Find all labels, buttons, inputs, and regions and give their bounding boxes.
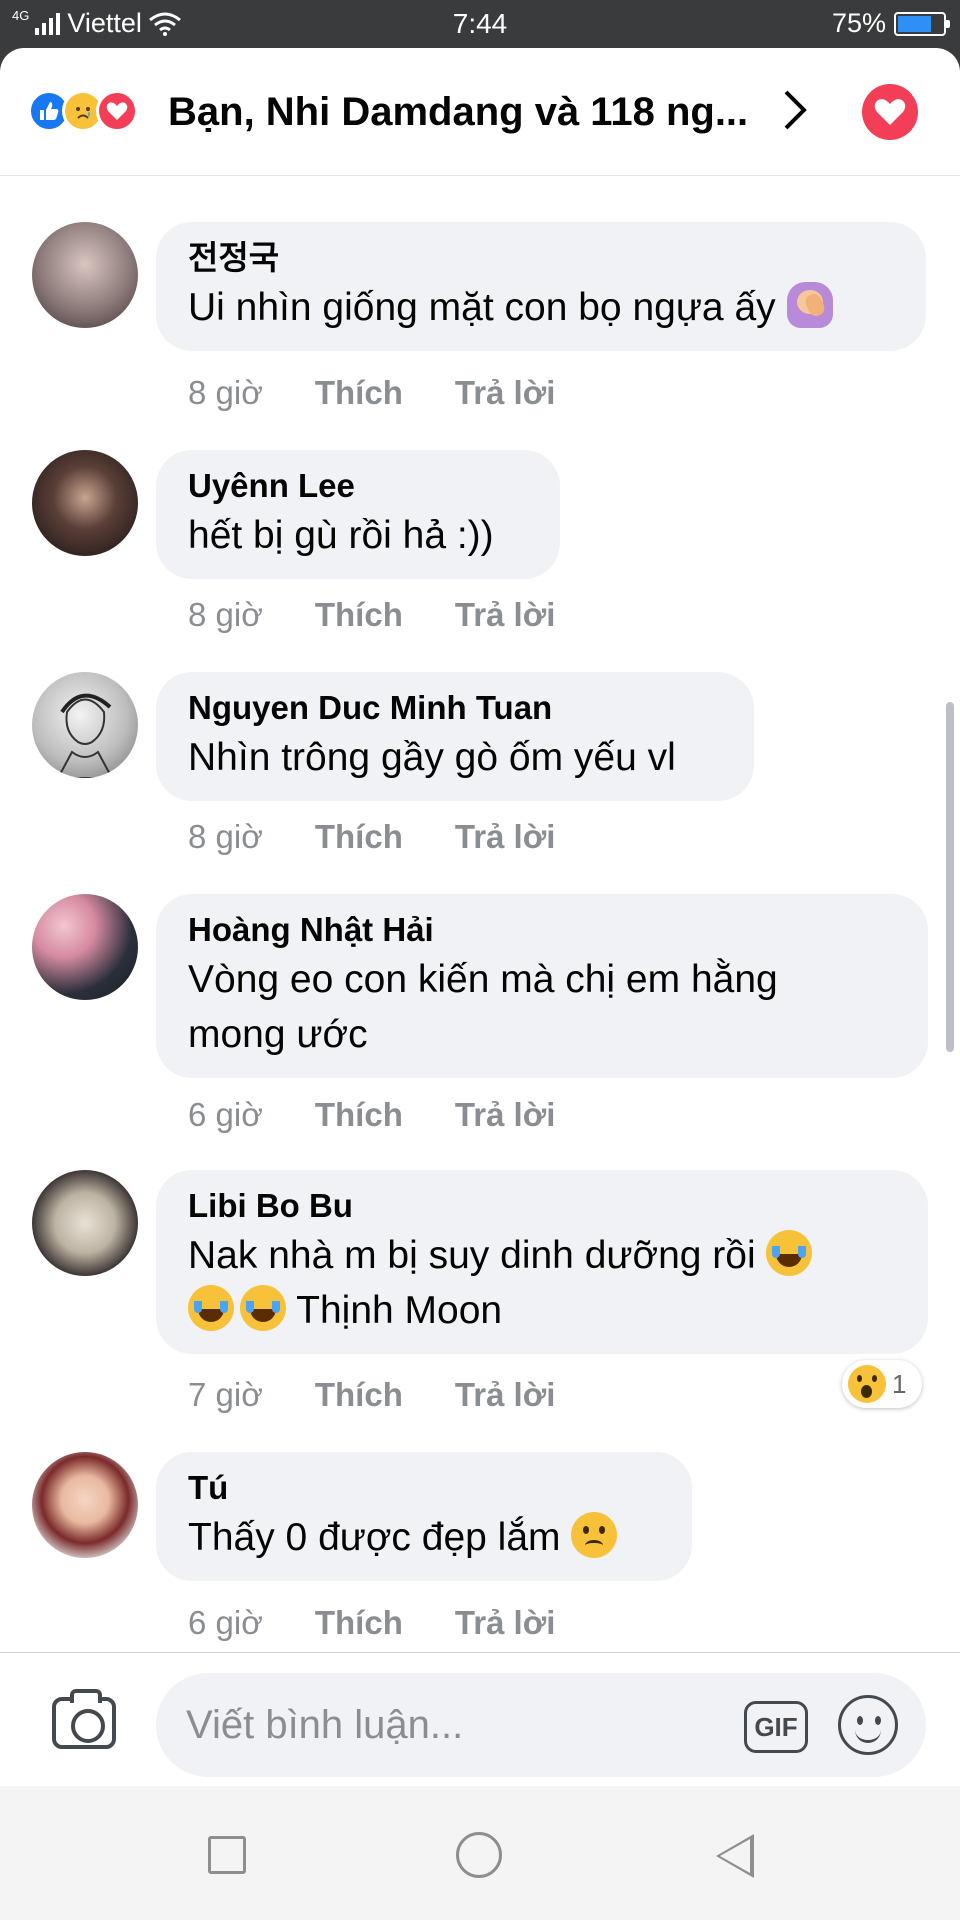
battery-icon (894, 11, 950, 36)
comment-text-body: Thấy 0 được đẹp lắm (188, 1516, 561, 1559)
comment-bubble[interactable]: Tú Thấy 0 được đẹp lắm (156, 1452, 692, 1581)
reply-button[interactable]: Trả lời (455, 596, 556, 634)
comment-time[interactable]: 8 giờ (188, 374, 263, 412)
comment-actions: 8 giờ Thích Trả lời (188, 596, 555, 634)
comment-bubble[interactable]: Hoàng Nhật Hải Vòng eo con kiến mà chị e… (156, 894, 928, 1078)
comment-text: hết bị gù rồi hả :)) (188, 514, 494, 557)
reply-button[interactable]: Trả lời (455, 374, 556, 412)
reply-button[interactable]: Trả lời (455, 1376, 556, 1414)
comment-text-line-1: Vòng eo con kiến mà chị em hằng (188, 958, 778, 1001)
battery-percent: 75% (831, 8, 886, 38)
avatar[interactable] (32, 450, 138, 556)
comment-text-line-2: mong ước (188, 1013, 368, 1056)
reply-button[interactable]: Trả lời (455, 1096, 556, 1134)
laughing-emoji-icon (188, 1285, 234, 1331)
comment-text: Ui nhìn giống mặt con bọ ngựa ấy (188, 280, 894, 335)
facepalm-emoji-icon (786, 282, 833, 328)
comment-text-body: Nak nhà m bị suy dinh dưỡng rồi (188, 1234, 756, 1277)
like-button[interactable]: Thích (315, 818, 403, 856)
laughing-emoji-icon (240, 1285, 286, 1331)
like-button[interactable]: Thích (315, 1096, 403, 1134)
sketch-portrait-icon (56, 693, 114, 778)
comment-author[interactable]: Uyênn Lee (188, 464, 528, 508)
camera-icon[interactable] (52, 1689, 116, 1749)
comment-input[interactable] (186, 1701, 706, 1749)
like-button[interactable]: Thích (315, 596, 403, 634)
comment-text: Nhìn trông gầy gò ốm yếu vl (188, 736, 676, 779)
back-triangle-icon[interactable] (716, 1834, 754, 1878)
reactions-header[interactable]: Bạn, Nhi Damdang và 118 ng... (0, 48, 960, 176)
comment-actions: 7 giờ Thích Trả lời (188, 1376, 555, 1414)
avatar[interactable] (32, 222, 138, 328)
chevron-right-icon[interactable] (780, 88, 810, 141)
reply-button[interactable]: Trả lời (455, 1604, 556, 1642)
comment-composer: GIF (0, 1652, 960, 1786)
comment-time[interactable]: 8 giờ (188, 596, 263, 634)
comment-author[interactable]: Libi Bo Bu (188, 1184, 896, 1228)
reactors-title[interactable]: Bạn, Nhi Damdang và 118 ng... (168, 90, 748, 135)
reply-button[interactable]: Trả lời (455, 818, 556, 856)
clock: 7:44 (452, 8, 508, 39)
like-button[interactable]: Thích (315, 374, 403, 412)
comment-time[interactable]: 6 giờ (188, 1096, 263, 1134)
circle-icon[interactable] (456, 1832, 502, 1878)
comment-actions: 6 giờ Thích Trả lời (188, 1096, 555, 1134)
comment-author[interactable]: 전정국 (188, 236, 894, 280)
gif-button[interactable]: GIF (744, 1701, 808, 1753)
comment-time[interactable]: 7 giờ (188, 1376, 263, 1414)
reaction-summary[interactable] (28, 90, 138, 132)
comment-text-line-2: Thịnh Moon (188, 1283, 896, 1338)
comment-bubble[interactable]: Uyênn Lee hết bị gù rồi hả :)) (156, 450, 560, 579)
avatar[interactable] (32, 1452, 138, 1558)
comment-input-box[interactable]: GIF (156, 1673, 926, 1777)
square-icon[interactable] (208, 1836, 246, 1874)
status-right: 75% (831, 8, 950, 39)
comment-text-line-1: Nak nhà m bị suy dinh dưỡng rồi (188, 1228, 896, 1283)
comment-author[interactable]: Nguyen Duc Minh Tuan (188, 686, 722, 730)
comment-actions: 8 giờ Thích Trả lời (188, 818, 555, 856)
battery-fill (898, 15, 931, 32)
frowning-emoji-icon (571, 1512, 618, 1558)
reaction-count-number: 1 (892, 1368, 907, 1399)
comment-text: Thấy 0 được đẹp lắm (188, 1510, 660, 1565)
like-button[interactable]: Thích (315, 1376, 403, 1414)
scrollbar[interactable] (946, 702, 954, 1052)
love-icon (96, 90, 138, 132)
comment-actions: 6 giờ Thích Trả lời (188, 1604, 555, 1642)
mention-link[interactable]: Thịnh Moon (296, 1289, 502, 1332)
comment-author[interactable]: Hoàng Nhật Hải (188, 908, 896, 952)
comment-reaction-count[interactable]: 1 (842, 1360, 922, 1408)
comment-time[interactable]: 8 giờ (188, 818, 263, 856)
avatar[interactable] (32, 1170, 138, 1276)
avatar[interactable] (32, 672, 138, 778)
comment-bubble[interactable]: 전정국 Ui nhìn giống mặt con bọ ngựa ấy (156, 222, 926, 351)
comment-text-body: Ui nhìn giống mặt con bọ ngựa ấy (188, 286, 776, 329)
wow-icon (848, 1365, 886, 1403)
comment-time[interactable]: 6 giờ (188, 1604, 263, 1642)
smile-icon[interactable] (838, 1695, 898, 1755)
avatar[interactable] (32, 894, 138, 1000)
comment-bubble[interactable]: Libi Bo Bu Nak nhà m bị suy dinh dưỡng r… (156, 1170, 928, 1354)
laughing-emoji-icon (766, 1230, 813, 1276)
status-bar: 4G Viettel 7:44 75% (0, 0, 960, 48)
comment-author[interactable]: Tú (188, 1466, 660, 1510)
comment-actions: 8 giờ Thích Trả lời (188, 374, 555, 412)
like-button[interactable]: Thích (315, 1604, 403, 1642)
comment-bubble[interactable]: Nguyen Duc Minh Tuan Nhìn trông gầy gò ố… (156, 672, 754, 801)
system-nav-bar (0, 1786, 960, 1920)
page: 4G Viettel 7:44 75% Bạn, Nhi Damdang và … (0, 0, 960, 1920)
love-reaction-button[interactable] (862, 84, 918, 140)
